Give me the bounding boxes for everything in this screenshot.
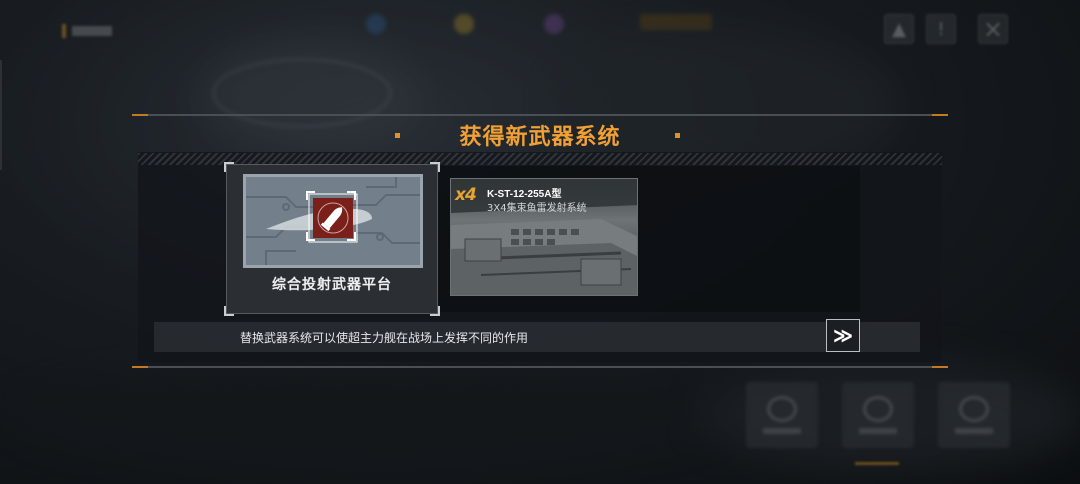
title-dot-icon [675, 133, 680, 138]
weapon-platform-label: 综合投射武器平台 [272, 277, 392, 293]
modal-title: 获得新武器系统 [459, 125, 621, 150]
reward-modal: 获得新武器系统 综合投射武器平台 x4 K-ST-12-255A型 3X4集束鱼… [132, 114, 948, 368]
hint-text: 替换武器系统可以使超主力舰在战场上发挥不同的作用 [240, 330, 529, 345]
torpedo-name: K-ST-12-255A型 [487, 189, 562, 200]
reward-count-badge: x4 [455, 185, 477, 205]
next-button[interactable]: >> [826, 319, 860, 352]
double-chevron-right-icon: >> [832, 322, 854, 349]
weapon-platform-card[interactable]: 综合投射武器平台 [224, 162, 440, 316]
weapon-platform-image [243, 174, 423, 268]
hint-bar: 替换武器系统可以使超主力舰在战场上发挥不同的作用 [154, 322, 920, 352]
modal-title-band: 获得新武器系统 [132, 117, 948, 153]
torpedo-description: 3X4集束鱼雷发射系统 [487, 203, 587, 214]
title-dot-icon [395, 133, 400, 138]
modal-bottom-border [132, 366, 948, 368]
torpedo-system-card[interactable]: x4 K-ST-12-255A型 3X4集束鱼雷发射系统 [450, 178, 638, 296]
modal-top-border [132, 114, 948, 116]
